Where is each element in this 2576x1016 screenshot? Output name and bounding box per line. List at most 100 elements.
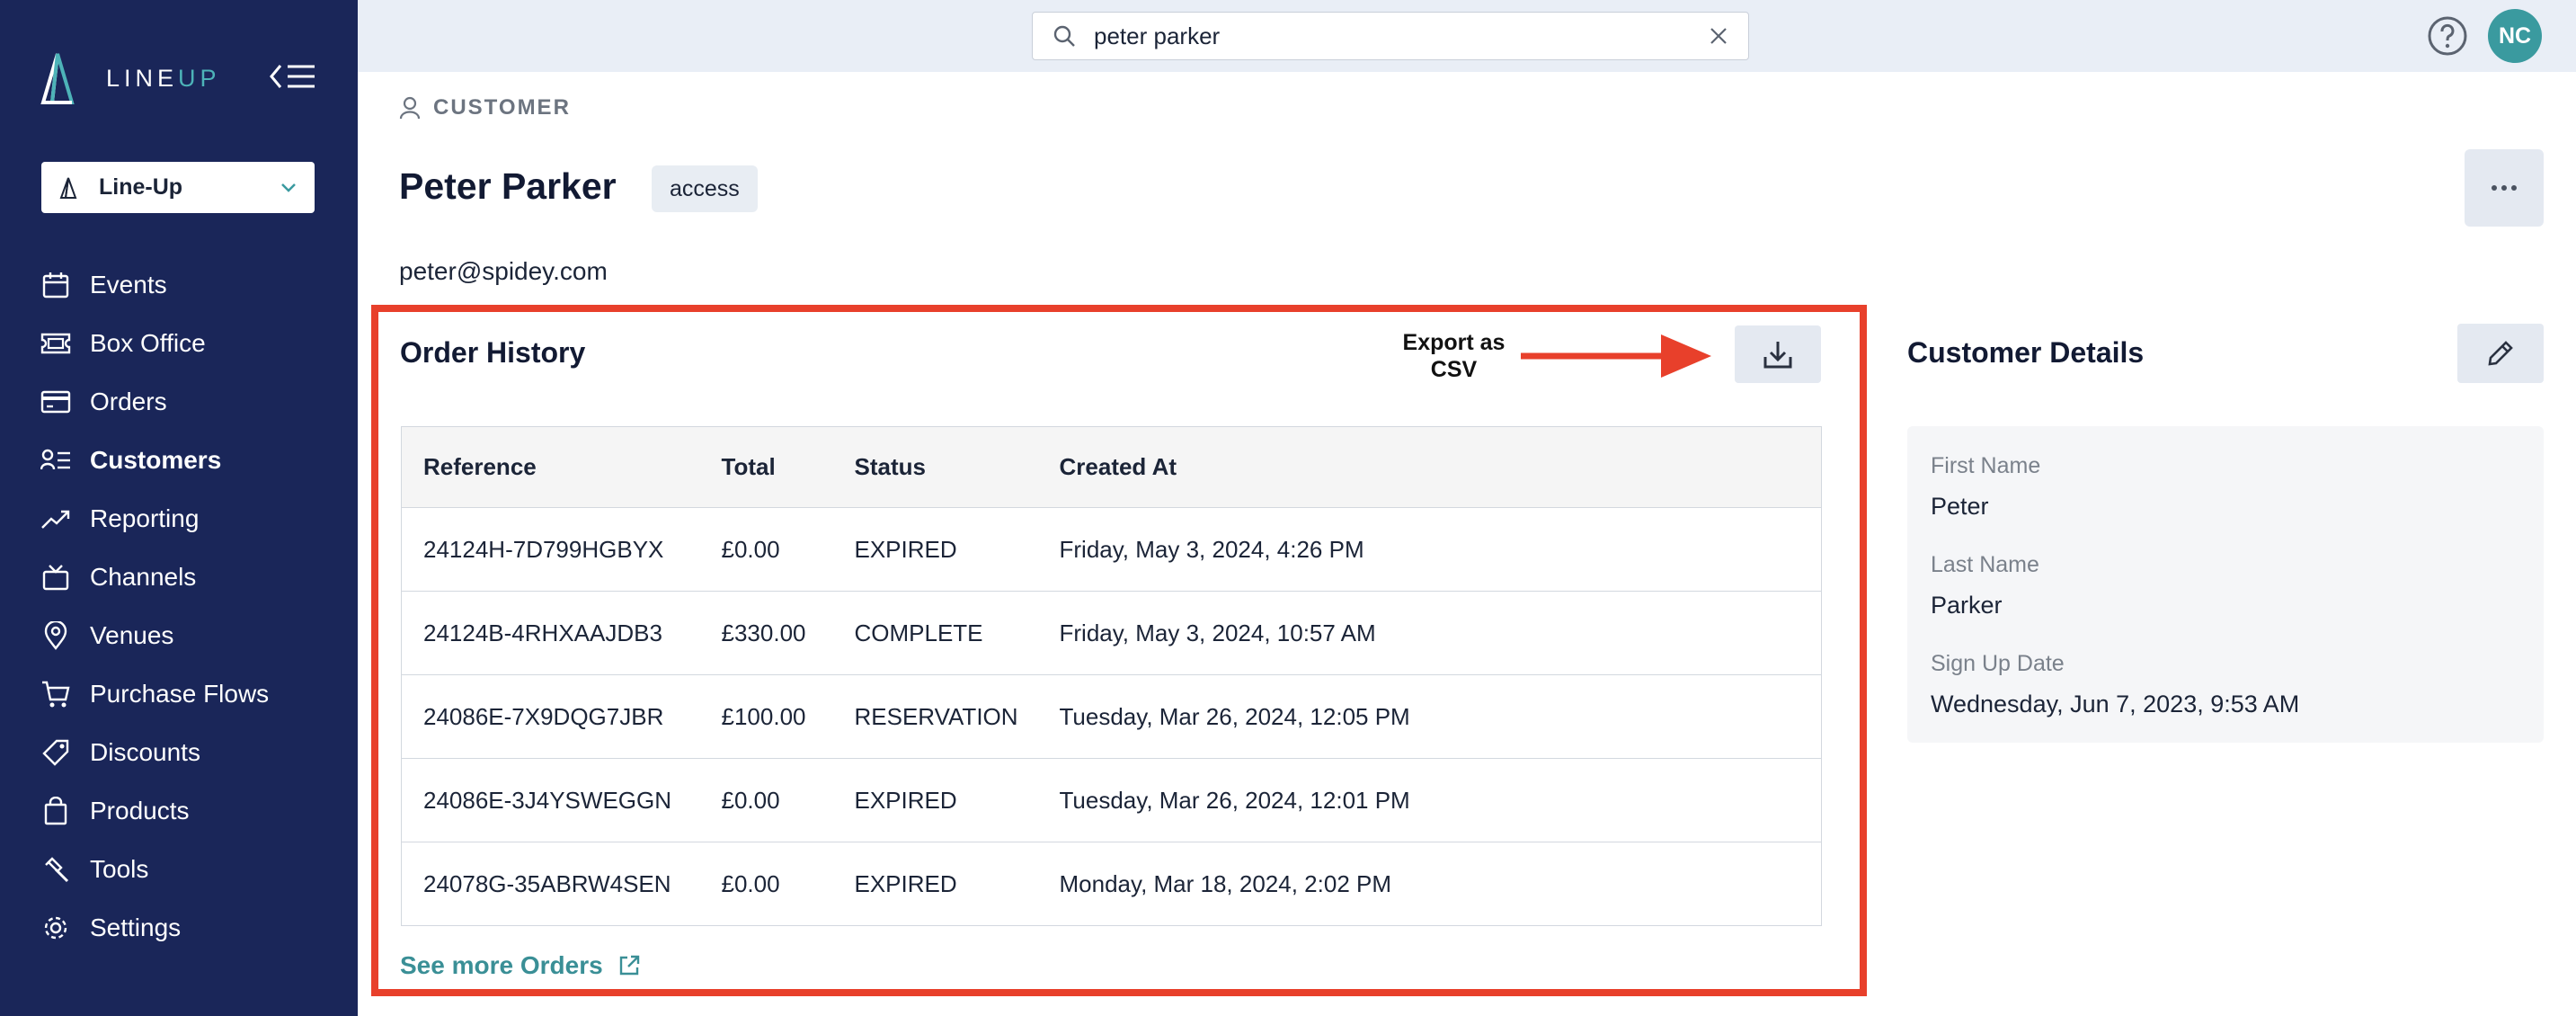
search-value: peter parker — [1094, 22, 1221, 49]
top-bar: peter parker NC — [358, 0, 2576, 72]
page-title: Peter Parker — [399, 165, 617, 207]
collapse-sidebar-icon[interactable] — [270, 63, 316, 90]
cell-reference[interactable]: 24124H-7D799HGBYX — [401, 507, 700, 592]
sidebar-item-channels[interactable]: Channels — [0, 548, 358, 606]
hammer-icon — [40, 853, 72, 886]
logo-text-up: UP — [178, 64, 221, 92]
annotation-arrow-icon — [1521, 334, 1711, 378]
signup-date-label: Sign Up Date — [1931, 651, 2065, 676]
cell-status: COMPLETE — [832, 591, 1038, 675]
edit-customer-button[interactable] — [2457, 324, 2544, 383]
column-header-status[interactable]: Status — [832, 426, 1038, 508]
more-dots-icon — [2492, 185, 2517, 191]
sidebar-item-label: Customers — [90, 445, 222, 474]
customer-tag-badge: access — [652, 165, 758, 212]
cell-total: £0.00 — [699, 507, 833, 592]
cell-reference[interactable]: 24086E-7X9DQG7JBR — [401, 674, 700, 759]
sidebar-item-label: Box Office — [90, 328, 206, 357]
credit-card-icon — [40, 386, 72, 418]
cell-created-at: Monday, Mar 18, 2024, 2:02 PM — [1037, 842, 1822, 926]
map-pin-icon — [40, 619, 72, 652]
org-select[interactable]: Line-Up — [41, 162, 315, 213]
shopping-bag-icon — [40, 795, 72, 827]
cell-total: £330.00 — [699, 591, 833, 675]
export-csv-button[interactable] — [1735, 325, 1821, 383]
sidebar-item-purchase-flows[interactable]: Purchase Flows — [0, 664, 358, 723]
sidebar-nav: Events Box Office Orders Customers Repor… — [0, 255, 358, 957]
sidebar-item-venues[interactable]: Venues — [0, 606, 358, 664]
lineup-logo-icon — [40, 53, 75, 104]
sidebar-item-label: Channels — [90, 562, 197, 591]
last-name-label: Last Name — [1931, 552, 2039, 577]
cell-total: £100.00 — [699, 674, 833, 759]
see-more-orders-link[interactable]: See more Orders — [400, 951, 641, 980]
table-row[interactable]: 24086E-7X9DQG7JBR £100.00 RESERVATION Tu… — [401, 674, 1822, 759]
table-row[interactable]: 24086E-3J4YSWEGGN £0.00 EXPIRED Tuesday,… — [401, 758, 1822, 842]
customer-details-title: Customer Details — [1907, 336, 2145, 369]
table-header-row: Reference Total Status Created At — [401, 426, 1822, 508]
help-icon[interactable] — [2427, 15, 2468, 57]
first-name-value: Peter — [1931, 493, 1989, 520]
sidebar-item-reporting[interactable]: Reporting — [0, 489, 358, 548]
search-input[interactable]: peter parker — [1032, 12, 1749, 60]
sidebar-item-label: Events — [90, 270, 167, 299]
sidebar-item-label: Purchase Flows — [90, 679, 270, 708]
table-row[interactable]: 24078G-35ABRW4SEN £0.00 EXPIRED Monday, … — [401, 842, 1822, 926]
customers-icon — [40, 444, 72, 477]
sidebar-item-discounts[interactable]: Discounts — [0, 723, 358, 781]
tag-icon — [40, 736, 72, 769]
customer-details-panel: First Name Peter Last Name Parker Sign U… — [1907, 426, 2544, 743]
sidebar-item-box-office[interactable]: Box Office — [0, 314, 358, 372]
sidebar-item-orders[interactable]: Orders — [0, 372, 358, 431]
pencil-icon — [2488, 341, 2513, 366]
table-row[interactable]: 24124H-7D799HGBYX £0.00 EXPIRED Friday, … — [401, 507, 1822, 592]
sidebar-item-customers[interactable]: Customers — [0, 431, 358, 489]
order-history-table: Reference Total Status Created At 24124H… — [401, 426, 1822, 926]
sidebar-item-settings[interactable]: Settings — [0, 898, 358, 957]
signup-date-value: Wednesday, Jun 7, 2023, 9:53 AM — [1931, 691, 2300, 717]
logo-text-line: LINE — [106, 64, 179, 92]
cell-status: EXPIRED — [832, 842, 1038, 926]
export-annotation: Export as CSV — [1402, 330, 1506, 382]
trend-chart-icon — [40, 503, 72, 535]
sidebar-item-events[interactable]: Events — [0, 255, 358, 314]
sidebar-item-label: Tools — [90, 854, 149, 883]
cell-reference[interactable]: 24078G-35ABRW4SEN — [401, 842, 700, 926]
cell-created-at: Friday, May 3, 2024, 10:57 AM — [1037, 591, 1822, 675]
user-icon — [399, 96, 421, 120]
sidebar-item-tools[interactable]: Tools — [0, 840, 358, 898]
table-row[interactable]: 24124B-4RHXAAJDB3 £330.00 COMPLETE Frida… — [401, 591, 1822, 675]
column-header-created-at[interactable]: Created At — [1037, 426, 1822, 508]
cell-reference[interactable]: 24086E-3J4YSWEGGN — [401, 758, 700, 842]
more-actions-button[interactable] — [2465, 149, 2544, 227]
cell-created-at: Friday, May 3, 2024, 4:26 PM — [1037, 507, 1822, 592]
last-name-value: Parker — [1931, 592, 2003, 619]
column-header-total[interactable]: Total — [699, 426, 833, 508]
logo-text: LINEUP — [106, 65, 221, 93]
clear-search-icon[interactable] — [1709, 26, 1728, 46]
calendar-icon — [40, 269, 72, 301]
sidebar: LINEUP Line-Up Events Box Office Orders … — [0, 0, 358, 1016]
column-header-reference[interactable]: Reference — [401, 426, 700, 508]
breadcrumb-label: CUSTOMER — [433, 95, 571, 120]
download-icon — [1763, 342, 1792, 369]
chevron-down-icon — [281, 183, 296, 192]
avatar[interactable]: NC — [2488, 9, 2542, 63]
cell-status: EXPIRED — [832, 758, 1038, 842]
sidebar-item-label: Orders — [90, 387, 167, 415]
cell-total: £0.00 — [699, 842, 833, 926]
sidebar-item-label: Products — [90, 796, 190, 824]
sidebar-item-label: Settings — [90, 913, 182, 941]
customer-email: peter@spidey.com — [399, 257, 608, 285]
sidebar-item-label: Venues — [90, 620, 174, 649]
cart-icon — [40, 678, 72, 710]
search-icon — [1053, 25, 1075, 47]
gear-icon — [40, 912, 72, 944]
cell-reference[interactable]: 24124B-4RHXAAJDB3 — [401, 591, 700, 675]
sidebar-item-products[interactable]: Products — [0, 781, 358, 840]
tv-icon — [40, 561, 72, 593]
org-logo-icon — [59, 177, 77, 199]
sidebar-item-label: Reporting — [90, 504, 200, 532]
lineup-logo[interactable]: LINEUP — [40, 50, 221, 106]
see-more-orders-label: See more Orders — [400, 951, 603, 979]
